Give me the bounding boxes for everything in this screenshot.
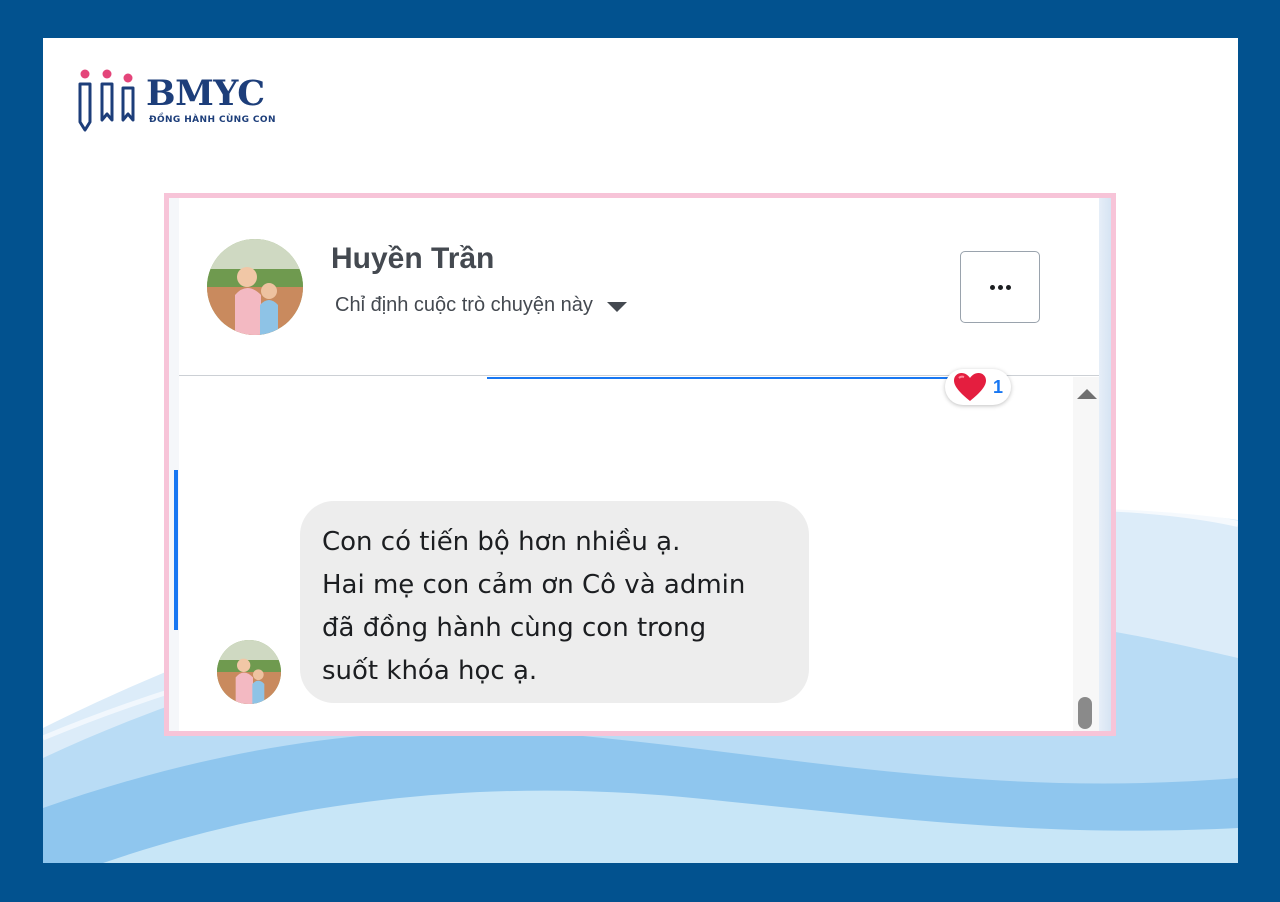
scroll-thumb[interactable] xyxy=(1078,697,1092,729)
scroll-up-arrow-icon[interactable] xyxy=(1077,389,1097,399)
left-rail xyxy=(169,198,179,731)
message-line: Con có tiến bộ hơn nhiều ạ. xyxy=(322,527,681,557)
scrollbar[interactable] xyxy=(1073,377,1099,731)
three-people-icon xyxy=(78,69,135,132)
message-thread: 1 Con có tiến bộ hơn nhiều ạ. Hai mẹ con… xyxy=(174,369,1099,731)
avatar[interactable] xyxy=(207,239,303,335)
brand-logo: BMYC ĐỒNG HÀNH CÙNG CON xyxy=(76,68,276,138)
more-options-button[interactable] xyxy=(960,251,1040,323)
message-line: đã đồng hành cùng con trong xyxy=(322,613,707,643)
chat-card: Huyền Trần Chỉ định cuộc trò chuyện này … xyxy=(164,193,1116,736)
message-bubble[interactable]: Con có tiến bộ hơn nhiều ạ. Hai mẹ con c… xyxy=(300,501,809,703)
reaction-count: 1 xyxy=(992,376,1003,397)
assign-label: Chỉ định cuộc trò chuyện này xyxy=(335,294,593,316)
message-line: suốt khóa học ạ. xyxy=(322,656,538,686)
more-dots-icon xyxy=(989,284,995,290)
brand-name: BMYC xyxy=(146,73,265,114)
chat-header: Huyền Trần Chỉ định cuộc trò chuyện này xyxy=(179,198,1099,376)
reaction-badge[interactable]: 1 xyxy=(945,369,1011,405)
previous-message-edge xyxy=(487,377,957,379)
contact-name: Huyền Trần xyxy=(331,242,495,275)
heart-icon xyxy=(953,373,986,401)
assign-conversation-dropdown[interactable]: Chỉ định cuộc trò chuyện này xyxy=(335,294,627,317)
sender-avatar[interactable] xyxy=(217,640,281,704)
caret-down-icon xyxy=(606,301,627,312)
brand-tagline: ĐỒNG HÀNH CÙNG CON xyxy=(149,115,276,125)
selection-indicator xyxy=(174,470,178,630)
message-line: Hai mẹ con cảm ơn Cô và admin xyxy=(322,570,746,600)
right-rail xyxy=(1099,198,1111,731)
